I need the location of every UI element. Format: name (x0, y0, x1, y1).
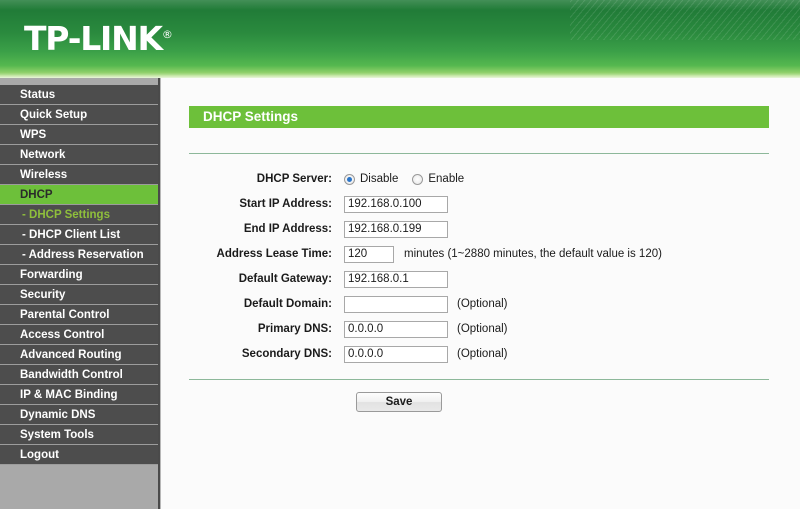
form-row-default-gateway: Default Gateway: (189, 268, 769, 290)
sidebar-item-dhcp-settings[interactable]: - DHCP Settings (0, 205, 158, 225)
sidebar-item-list: StatusQuick SetupWPSNetworkWirelessDHCP-… (0, 85, 158, 465)
sidebar-item-advanced-routing[interactable]: Advanced Routing (0, 345, 158, 365)
sidebar-item-dhcp-client-list[interactable]: - DHCP Client List (0, 225, 158, 245)
secondary-dns-input[interactable] (344, 346, 448, 363)
label-primary-dns: Primary DNS: (189, 323, 344, 335)
field-default-domain: (Optional) (344, 296, 508, 313)
save-button[interactable]: Save (356, 392, 442, 412)
tp-link-logo: TP-LINK® (24, 22, 173, 55)
sidebar-item-access-control[interactable]: Access Control (0, 325, 158, 345)
sidebar-item-ip-mac-binding[interactable]: IP & MAC Binding (0, 385, 158, 405)
registered-trademark-icon: ® (162, 28, 173, 41)
save-button-wrap: Save (189, 392, 769, 412)
sidebar-item-quick-setup[interactable]: Quick Setup (0, 105, 158, 125)
dhcp-server-radio-group: Disable Enable (344, 173, 478, 185)
radio-label-enable[interactable]: Enable (428, 173, 464, 185)
sidebar-item-network[interactable]: Network (0, 145, 158, 165)
label-default-gateway: Default Gateway: (189, 273, 344, 285)
form-row-end-ip: End IP Address: (189, 218, 769, 240)
router-admin-page: TP-LINK® StatusQuick SetupWPSNetworkWire… (0, 0, 800, 509)
content-inner: DHCP Settings DHCP Server: Disable Enabl… (189, 78, 769, 412)
field-end-ip (344, 221, 448, 238)
brand-banner: TP-LINK® (0, 0, 800, 78)
sidebar-nav: StatusQuick SetupWPSNetworkWirelessDHCP-… (0, 78, 160, 509)
banner-top-highlight (0, 0, 800, 10)
sidebar-item-address-reservation[interactable]: - Address Reservation (0, 245, 158, 265)
label-secondary-dns: Secondary DNS: (189, 348, 344, 360)
field-secondary-dns: (Optional) (344, 346, 508, 363)
sidebar-item-system-tools[interactable]: System Tools (0, 425, 158, 445)
logo-text: TP-LINK (24, 19, 162, 58)
field-lease-time: minutes (1~2880 minutes, the default val… (344, 246, 662, 263)
field-start-ip (344, 196, 448, 213)
sidebar-item-logout[interactable]: Logout (0, 445, 158, 465)
default-domain-optional-note: (Optional) (457, 298, 508, 310)
start-ip-input[interactable] (344, 196, 448, 213)
main-content: DHCP Settings DHCP Server: Disable Enabl… (160, 78, 800, 509)
divider-top (189, 153, 769, 154)
form-row-dhcp-server: DHCP Server: Disable Enable (189, 168, 769, 190)
primary-dns-optional-note: (Optional) (457, 323, 508, 335)
page-body: StatusQuick SetupWPSNetworkWirelessDHCP-… (0, 78, 800, 509)
banner-diagonal-stripes-decoration (570, 0, 800, 40)
page-title: DHCP Settings (189, 106, 769, 128)
radio-label-disable[interactable]: Disable (360, 173, 398, 185)
radio-disable[interactable] (344, 174, 355, 185)
form-row-start-ip: Start IP Address: (189, 193, 769, 215)
primary-dns-input[interactable] (344, 321, 448, 338)
field-default-gateway (344, 271, 448, 288)
label-default-domain: Default Domain: (189, 298, 344, 310)
sidebar-filler (0, 465, 158, 505)
field-primary-dns: (Optional) (344, 321, 508, 338)
form-row-secondary-dns: Secondary DNS: (Optional) (189, 343, 769, 365)
divider-bottom (189, 379, 769, 380)
lease-time-hint: minutes (1~2880 minutes, the default val… (404, 248, 662, 260)
default-domain-input[interactable] (344, 296, 448, 313)
sidebar-item-bandwidth-control[interactable]: Bandwidth Control (0, 365, 158, 385)
label-dhcp-server: DHCP Server: (189, 173, 344, 185)
dhcp-settings-form: DHCP Server: Disable Enable Star (189, 168, 769, 365)
field-dhcp-server: Disable Enable (344, 173, 478, 185)
sidebar-item-dhcp[interactable]: DHCP (0, 185, 158, 205)
sidebar-item-wireless[interactable]: Wireless (0, 165, 158, 185)
sidebar-item-security[interactable]: Security (0, 285, 158, 305)
label-start-ip: Start IP Address: (189, 198, 344, 210)
lease-time-input[interactable] (344, 246, 394, 263)
sidebar-item-parental-control[interactable]: Parental Control (0, 305, 158, 325)
sidebar-item-status[interactable]: Status (0, 85, 158, 105)
default-gateway-input[interactable] (344, 271, 448, 288)
radio-enable[interactable] (412, 174, 423, 185)
sidebar-item-wps[interactable]: WPS (0, 125, 158, 145)
sidebar-item-forwarding[interactable]: Forwarding (0, 265, 158, 285)
label-end-ip: End IP Address: (189, 223, 344, 235)
sidebar-item-dynamic-dns[interactable]: Dynamic DNS (0, 405, 158, 425)
form-row-lease-time: Address Lease Time: minutes (1~2880 minu… (189, 243, 769, 265)
end-ip-input[interactable] (344, 221, 448, 238)
form-row-default-domain: Default Domain: (Optional) (189, 293, 769, 315)
label-lease-time: Address Lease Time: (189, 248, 344, 260)
secondary-dns-optional-note: (Optional) (457, 348, 508, 360)
form-row-primary-dns: Primary DNS: (Optional) (189, 318, 769, 340)
